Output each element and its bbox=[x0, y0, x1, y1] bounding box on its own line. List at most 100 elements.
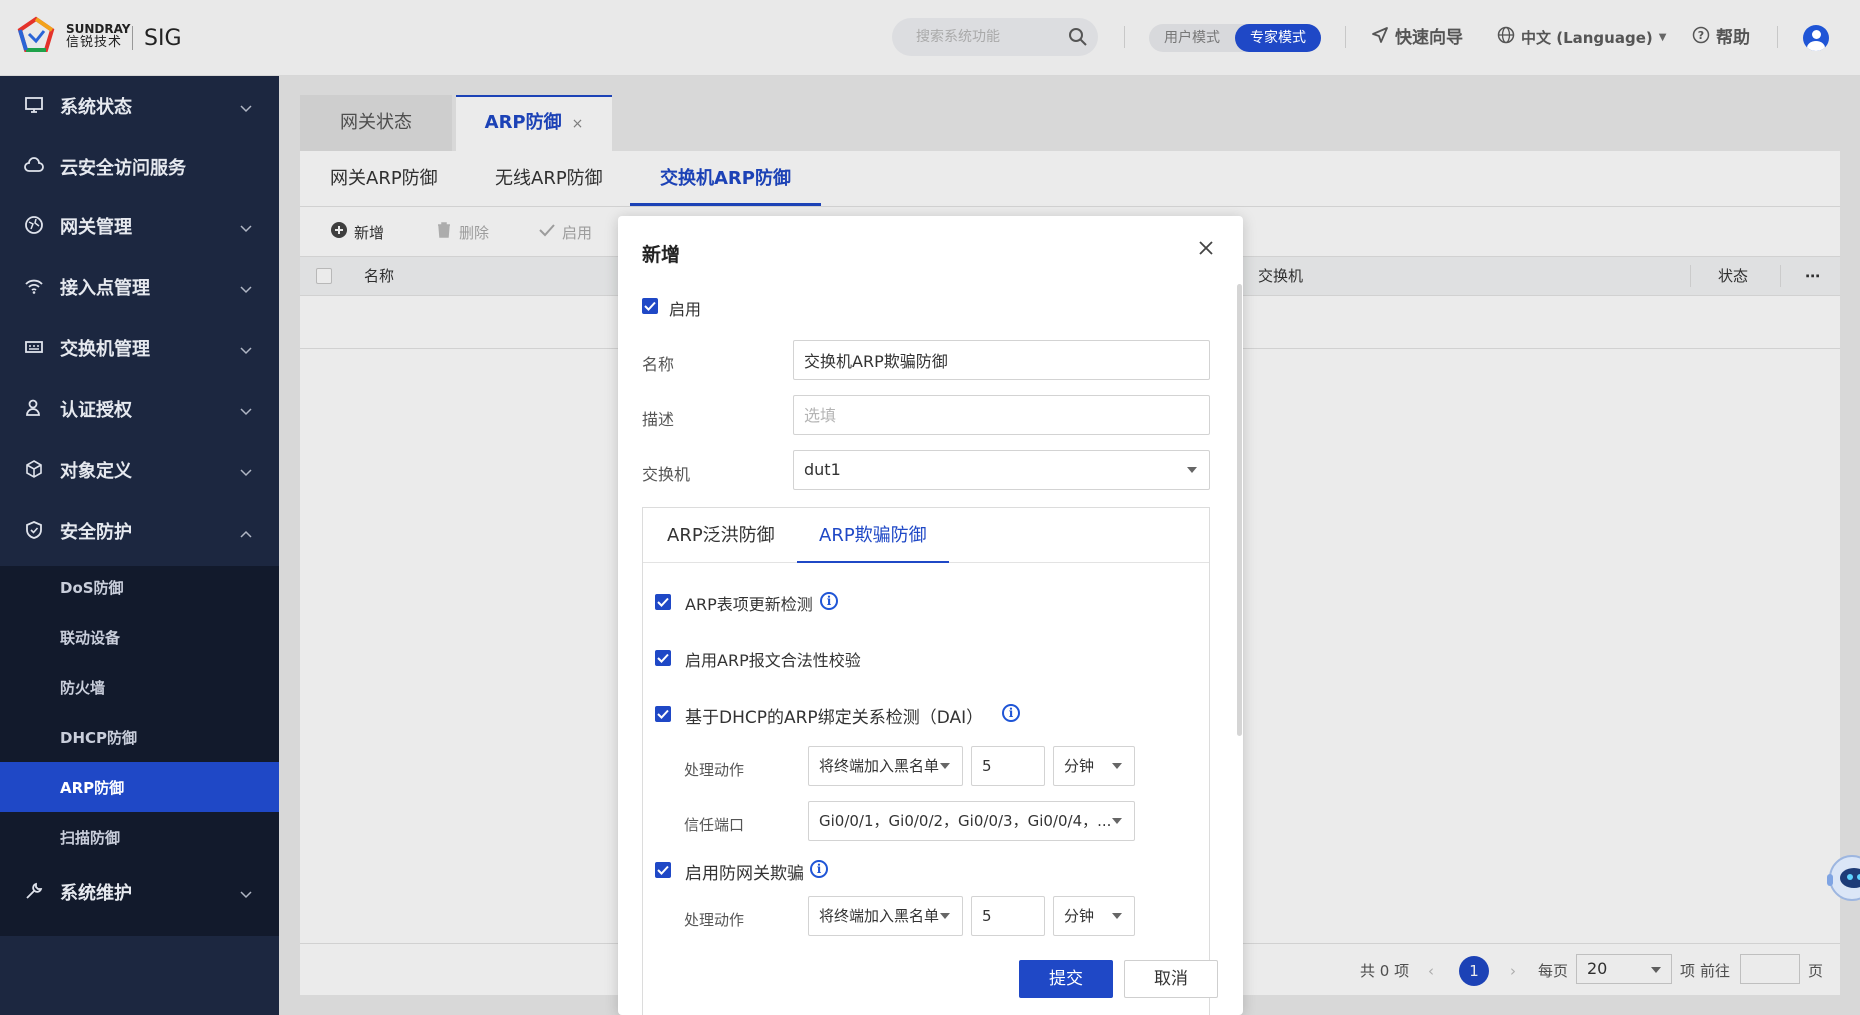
sidebar-item-label: 系统状态 bbox=[60, 97, 132, 118]
arp-options-panel: ARP泛洪防御 ARP欺骗防御 ARP表项更新检测 i 启用ARP报文合法性校验… bbox=[642, 507, 1210, 1015]
sidebar: 系统状态 云安全访问服务 网关管理 接入点管理 交换机管理 认证授权 对象定义 … bbox=[0, 76, 279, 1015]
divider bbox=[1345, 26, 1346, 48]
sidebar-item-label: 系统维护 bbox=[60, 883, 132, 904]
help-label: 帮助 bbox=[1716, 28, 1750, 48]
sidebar-item-gateway[interactable]: 网关管理 bbox=[0, 196, 279, 254]
search-input[interactable] bbox=[916, 27, 1056, 47]
divider bbox=[1124, 26, 1125, 48]
wifi-icon bbox=[24, 276, 44, 296]
switch-select[interactable]: dut1 bbox=[793, 450, 1210, 490]
caret-down-icon bbox=[1112, 818, 1122, 824]
trusted-port-value: Gi0/0/1，Gi0/0/2，Gi0/0/3，Gi0/0/4，... bbox=[819, 812, 1112, 830]
globe-icon bbox=[1497, 26, 1515, 51]
user-icon bbox=[24, 398, 44, 418]
arp-entry-update-checkbox[interactable] bbox=[655, 594, 671, 610]
user-avatar[interactable] bbox=[1803, 25, 1829, 51]
top-bar: SUNDRAY 信锐技术 SIG 用户模式 专家模式 快速向导 中文 (Lang… bbox=[0, 0, 1860, 76]
sidebar-subitem-arp[interactable]: ARP防御 bbox=[0, 762, 279, 812]
dai-label: 基于DHCP的ARP绑定关系检测（DAI） bbox=[685, 708, 984, 728]
chevron-down-icon bbox=[240, 339, 252, 360]
sidebar-subitem-scan[interactable]: 扫描防御 bbox=[0, 812, 279, 862]
caret-down-icon bbox=[940, 763, 950, 769]
chevron-down-icon bbox=[240, 278, 252, 299]
dialog-title: 新增 bbox=[642, 244, 681, 266]
caret-down-icon bbox=[1112, 763, 1122, 769]
trusted-port-label: 信任端口 bbox=[684, 816, 745, 834]
sidebar-item-switch[interactable]: 交换机管理 bbox=[0, 318, 279, 376]
dialog-scrollbar[interactable] bbox=[1237, 284, 1242, 736]
arp-validity-checkbox[interactable] bbox=[655, 650, 671, 666]
sidebar-item-maintenance[interactable]: 系统维护 bbox=[0, 862, 279, 920]
caret-down-icon: ▼ bbox=[1658, 32, 1667, 43]
sidebar-item-auth[interactable]: 认证授权 bbox=[0, 379, 279, 437]
sidebar-subitem-linkage[interactable]: 联动设备 bbox=[0, 612, 279, 662]
enable-label: 启用 bbox=[669, 300, 702, 319]
quick-guide-label: 快速向导 bbox=[1395, 28, 1463, 48]
tab-arp-flood[interactable]: ARP泛洪防御 bbox=[667, 508, 775, 563]
svg-text:?: ? bbox=[1698, 29, 1704, 42]
action-value: 将终端加入黑名单 bbox=[819, 907, 940, 925]
add-dialog: 新增 启用 名称 描述 交换机 dut1 ARP泛洪防御 ARP欺骗防御 ARP… bbox=[618, 216, 1243, 1015]
caret-down-icon bbox=[1187, 467, 1197, 473]
search-icon[interactable] bbox=[1068, 27, 1088, 51]
name-input[interactable] bbox=[793, 340, 1210, 380]
cancel-button[interactable]: 取消 bbox=[1124, 960, 1218, 998]
action-duration-input[interactable] bbox=[971, 746, 1045, 786]
dai-checkbox[interactable] bbox=[655, 706, 671, 722]
sundray-logo-icon[interactable] bbox=[16, 16, 56, 56]
language-select[interactable]: 中文 (Language) ▼ bbox=[1497, 26, 1666, 50]
gateway-action-select[interactable]: 将终端加入黑名单 bbox=[808, 896, 963, 936]
info-icon[interactable]: i bbox=[820, 592, 838, 610]
caret-down-icon bbox=[1112, 913, 1122, 919]
shield-icon bbox=[24, 520, 44, 540]
gateway-duration-unit-select[interactable]: 分钟 bbox=[1053, 896, 1135, 936]
cloud-shield-icon bbox=[24, 156, 44, 176]
sidebar-item-access-point[interactable]: 接入点管理 bbox=[0, 257, 279, 315]
action-select[interactable]: 将终端加入黑名单 bbox=[808, 746, 963, 786]
sidebar-item-cloud-access[interactable]: 云安全访问服务 bbox=[0, 137, 279, 195]
sidebar-item-objects[interactable]: 对象定义 bbox=[0, 440, 279, 498]
arp-validity-label: 启用ARP报文合法性校验 bbox=[685, 651, 861, 670]
gateway-action-duration-input[interactable] bbox=[971, 896, 1045, 936]
caret-down-icon bbox=[940, 913, 950, 919]
description-label: 描述 bbox=[642, 410, 675, 429]
tab-arp-spoof[interactable]: ARP欺骗防御 bbox=[797, 508, 949, 563]
submit-button[interactable]: 提交 bbox=[1019, 960, 1113, 998]
info-icon[interactable]: i bbox=[810, 860, 828, 878]
info-icon[interactable]: i bbox=[1002, 704, 1020, 722]
description-input[interactable] bbox=[793, 395, 1210, 435]
sidebar-subitem-dos[interactable]: DoS防御 bbox=[0, 562, 279, 612]
help-link[interactable]: ? 帮助 bbox=[1692, 26, 1750, 50]
help-icon: ? bbox=[1692, 26, 1710, 51]
sidebar-subitem-dhcp[interactable]: DHCP防御 bbox=[0, 712, 279, 762]
duration-unit-value: 分钟 bbox=[1064, 757, 1095, 775]
sidebar-item-system-status[interactable]: 系统状态 bbox=[0, 76, 279, 134]
close-icon[interactable] bbox=[1194, 236, 1218, 260]
duration-unit-value: 分钟 bbox=[1064, 907, 1095, 925]
trusted-port-select[interactable]: Gi0/0/1，Gi0/0/2，Gi0/0/3，Gi0/0/4，... bbox=[808, 801, 1135, 841]
search-box[interactable] bbox=[892, 18, 1098, 56]
switch-label: 交换机 bbox=[642, 465, 691, 484]
duration-unit-select[interactable]: 分钟 bbox=[1053, 746, 1135, 786]
mode-switch[interactable]: 用户模式 专家模式 bbox=[1149, 24, 1321, 52]
brand-name: SUNDRAY 信锐技术 bbox=[66, 22, 131, 50]
quick-guide-link[interactable]: 快速向导 bbox=[1371, 26, 1463, 50]
sidebar-subitem-firewall[interactable]: 防火墙 bbox=[0, 662, 279, 712]
action-label: 处理动作 bbox=[684, 911, 745, 929]
sidebar-item-label: 接入点管理 bbox=[60, 278, 150, 299]
enable-checkbox[interactable] bbox=[642, 298, 658, 314]
product-name: SIG bbox=[144, 26, 182, 51]
sidebar-item-label: 网关管理 bbox=[60, 217, 132, 238]
gateway-spoof-checkbox[interactable] bbox=[655, 862, 671, 878]
sidebar-item-security[interactable]: 安全防护 bbox=[0, 501, 279, 559]
sidebar-item-label: 云安全访问服务 bbox=[60, 158, 186, 179]
assistant-robot-icon[interactable] bbox=[1824, 838, 1860, 908]
wrench-icon bbox=[24, 881, 44, 901]
chevron-up-icon bbox=[240, 522, 252, 543]
expert-mode-button[interactable]: 专家模式 bbox=[1235, 24, 1321, 52]
action-label: 处理动作 bbox=[684, 761, 745, 779]
user-mode-button[interactable]: 用户模式 bbox=[1149, 24, 1235, 52]
globe-icon bbox=[24, 215, 44, 235]
cube-icon bbox=[24, 459, 44, 479]
arp-entry-update-label: ARP表项更新检测 bbox=[685, 595, 813, 614]
